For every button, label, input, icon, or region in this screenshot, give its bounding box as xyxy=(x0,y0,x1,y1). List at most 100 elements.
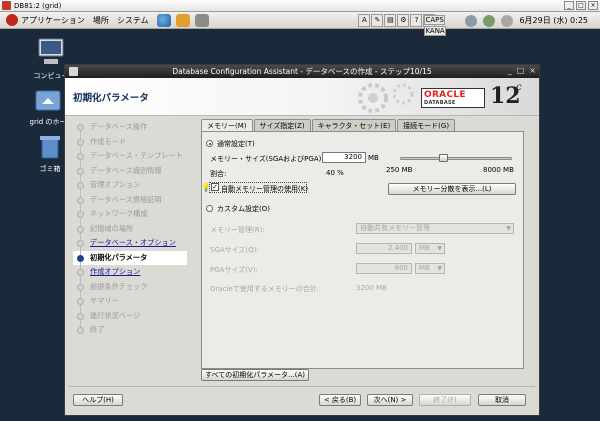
oracle-logo: ORACLE DATABASE xyxy=(421,88,485,108)
menu-applications[interactable]: アプリケーション xyxy=(21,15,85,26)
help-icon[interactable] xyxy=(194,13,209,27)
window-maximize-icon[interactable]: □ xyxy=(517,66,525,75)
vnc-maximize-icon[interactable]: □ xyxy=(576,1,586,10)
next-button[interactable]: 次へ(N) > xyxy=(367,394,413,406)
step-dot-icon xyxy=(77,269,84,276)
step-item: データベース識別情報 xyxy=(73,163,187,179)
sga-input[interactable]: 2,400 xyxy=(356,243,412,254)
network-icon[interactable] xyxy=(483,14,496,27)
pga-input[interactable]: 800 xyxy=(356,263,412,274)
config-icon[interactable]: ⚙ xyxy=(397,14,410,27)
oracle-word: ORACLE xyxy=(424,90,466,100)
mgmt-select[interactable]: 自動共有メモリー管理 ▼ xyxy=(356,223,514,234)
pga-unit-select[interactable]: MB ▼ xyxy=(415,263,445,274)
mail-icon[interactable] xyxy=(175,13,190,27)
step-label: 前提条件チェック xyxy=(90,281,148,291)
mgmt-select-value: 自動共有メモリー管理 xyxy=(360,224,430,232)
pref-icon[interactable]: ? xyxy=(410,14,423,27)
step-dot-icon xyxy=(77,298,84,305)
step-item: 記憶域の場所 xyxy=(73,221,187,237)
memory-tab-panel: 通常設定(T) メモリー・サイズ(SGAおよびPGA)(I): 3200 MB … xyxy=(201,131,524,369)
input-method-icon[interactable]: A xyxy=(358,14,371,27)
help-button[interactable]: ヘルプ(H) xyxy=(73,394,123,406)
tool-icon[interactable]: ✎ xyxy=(371,14,384,27)
info-icon[interactable] xyxy=(465,14,478,27)
step-item[interactable]: データベース・オプション xyxy=(73,236,187,251)
volume-icon[interactable] xyxy=(501,14,514,27)
window-minimize-icon[interactable]: _ xyxy=(508,66,512,75)
total-memory-value: 3200 MB xyxy=(356,284,387,292)
vnc-close-icon[interactable]: × xyxy=(588,1,598,10)
step-dot-icon xyxy=(77,312,84,320)
show-memory-distribution-button[interactable]: メモリー分散を表示...(L) xyxy=(388,183,516,195)
vnc-title: DB81:2 (grid) xyxy=(14,1,62,10)
step-dot-icon xyxy=(77,196,84,204)
step-item[interactable]: 作成オプション xyxy=(73,265,187,280)
menu-places[interactable]: 場所 xyxy=(93,15,109,26)
all-init-params-button[interactable]: すべての初期化パラメータ...(A) xyxy=(201,369,309,381)
window-close-icon[interactable]: × xyxy=(529,66,536,75)
tab-connection-mode[interactable]: 接続モード(G) xyxy=(397,119,456,131)
chevron-down-icon: ▼ xyxy=(506,225,511,232)
step-item: サマリー xyxy=(73,294,187,309)
custom-radio[interactable] xyxy=(206,205,213,212)
step-label: 終了 xyxy=(90,325,105,334)
finish-button[interactable]: 終了(F) xyxy=(419,394,471,406)
percent-value: 40 % xyxy=(326,169,344,177)
total-memory-label: Oracleで使用するメモリーの合計: xyxy=(210,285,320,293)
percent-label: 割合: xyxy=(210,170,227,178)
chevron-down-icon: ▼ xyxy=(437,265,442,272)
vnc-app-icon xyxy=(2,1,11,10)
typical-radio[interactable] xyxy=(206,140,213,147)
memory-slider-track[interactable] xyxy=(400,157,512,160)
step-label: ネットワーク構成 xyxy=(90,209,148,218)
menu-system[interactable]: システム xyxy=(117,15,149,26)
step-label: 初期化パラメータ xyxy=(90,252,148,262)
clock[interactable]: 6月29日 (水) 0:25 xyxy=(519,15,588,26)
step-item: 前提条件チェック xyxy=(73,279,187,295)
step-label: 進行状況ページ xyxy=(90,310,141,320)
back-button[interactable]: < 戻る(B) xyxy=(319,394,361,406)
step-dot-icon xyxy=(77,124,84,131)
sga-label: SGAサイズ(Q): xyxy=(210,246,259,254)
browser-icon[interactable] xyxy=(156,13,171,27)
step-label: 作成オプション xyxy=(90,267,141,276)
page-title: 初期化パラメータ xyxy=(73,93,149,104)
step-dot-icon xyxy=(77,138,84,146)
caps-kana-indicator: CAPS KANA xyxy=(423,14,446,36)
step-label: データベース・テンプレート xyxy=(90,151,183,160)
step-label: データベース識別情報 xyxy=(90,165,162,175)
step-dot-icon xyxy=(77,283,84,291)
footer-separator xyxy=(69,386,535,387)
vnc-minimize-icon[interactable]: _ xyxy=(564,1,574,10)
step-item[interactable]: 初期化パラメータ xyxy=(73,250,187,265)
step-item: 管理オプション xyxy=(73,178,187,193)
window-app-icon xyxy=(69,67,78,76)
tab-sizing[interactable]: サイズ指定(Z) xyxy=(253,119,311,131)
sga-unit-select[interactable]: MB ▼ xyxy=(415,243,445,254)
step-item: 作成モード xyxy=(73,134,187,150)
chevron-down-icon: ▼ xyxy=(437,245,442,252)
sga-unit-value: MB xyxy=(419,244,430,252)
gears-icon xyxy=(358,83,414,113)
step-dot-icon xyxy=(77,153,84,160)
step-label: データベース・オプション xyxy=(90,238,176,247)
step-item: ネットワーク構成 xyxy=(73,207,187,222)
dictionary-icon[interactable]: ▤ xyxy=(384,14,397,27)
tab-character-set[interactable]: キャラクタ・セット(E) xyxy=(311,119,397,131)
step-dot-icon xyxy=(77,225,84,233)
oracle-database-word: DATABASE xyxy=(424,100,456,106)
tab-bar: メモリー(M) サイズ指定(Z) キャラクタ・セット(E) 接続モード(G) xyxy=(201,119,456,132)
step-item: 終了 xyxy=(73,323,187,338)
mgmt-label: メモリー管理(R): xyxy=(210,226,265,234)
cancel-button[interactable]: 取消 xyxy=(478,394,526,406)
step-label: データベース資格証明 xyxy=(90,194,162,204)
banner: 初期化パラメータ ORACLE DATABASE 12 c xyxy=(65,78,539,116)
memory-size-input[interactable]: 3200 xyxy=(322,152,366,163)
step-label: 作成モード xyxy=(90,136,126,146)
home-folder-icon xyxy=(35,90,61,111)
typical-label: 通常設定(T) xyxy=(217,140,255,148)
memory-slider-thumb[interactable] xyxy=(438,154,448,162)
redhat-icon[interactable] xyxy=(6,14,18,26)
amm-checkbox[interactable]: ✓ xyxy=(211,183,219,191)
